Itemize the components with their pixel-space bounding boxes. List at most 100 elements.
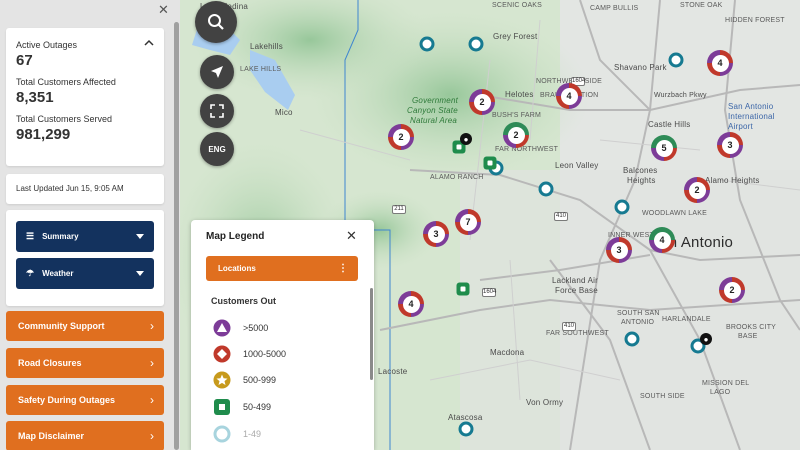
close-icon[interactable]: ✕ xyxy=(346,228,357,244)
outage-cluster-marker[interactable]: 3 xyxy=(423,221,449,247)
outage-marker-medium[interactable] xyxy=(456,282,470,296)
place-balcones-2: Heights xyxy=(627,176,656,185)
locate-button[interactable] xyxy=(200,55,234,89)
route-shield: 410 xyxy=(562,322,576,331)
safety-during-outages-button[interactable]: Safety During Outages › xyxy=(6,385,164,415)
outage-cluster-marker[interactable]: 5 xyxy=(651,135,677,161)
place-gcsna-1: Government xyxy=(412,96,459,105)
dropdown-card: ☰ Summary ☂ Weather xyxy=(6,210,164,306)
place-von-ormy: Von Ormy xyxy=(526,398,564,407)
outage-cluster-marker[interactable]: 3 xyxy=(606,237,632,263)
active-outages-label: Active Outages xyxy=(16,40,78,50)
locations-label: Locations xyxy=(218,264,256,273)
customers-out-heading: Customers Out xyxy=(211,296,277,306)
legend-row-1-49: 1-49 xyxy=(213,425,261,443)
route-shield: 410 xyxy=(554,212,568,221)
place-balcones-1: Balcones xyxy=(623,166,658,175)
locations-button[interactable]: Locations ⋮ xyxy=(206,256,358,281)
place-lakehills: Lakehills xyxy=(250,42,283,51)
customers-affected-value: 8,351 xyxy=(16,89,54,106)
caret-down-icon xyxy=(136,271,144,276)
weather-dropdown[interactable]: ☂ Weather xyxy=(16,258,154,289)
legend-row-gt5000: >5000 xyxy=(213,319,268,337)
purple-triangle-icon xyxy=(213,319,231,337)
outage-cluster-marker[interactable]: 2 xyxy=(503,122,529,148)
gold-star-icon xyxy=(213,371,231,389)
place-shavano-park: Shavano Park xyxy=(614,63,667,72)
crew-icon[interactable]: ● xyxy=(700,333,712,345)
last-updated: Last Updated Jun 15, 9:05 AM xyxy=(6,174,164,204)
sidebar-scrollbar[interactable] xyxy=(174,22,179,450)
legend-row-1000-5000: 1000-5000 xyxy=(213,345,286,363)
outage-cluster-marker[interactable]: 2 xyxy=(684,177,710,203)
place-lackland-2: Force Base xyxy=(555,286,598,295)
outage-marker-small[interactable] xyxy=(538,181,554,197)
outage-cluster-marker[interactable]: 2 xyxy=(469,89,495,115)
place-sa-airport-2: International xyxy=(728,112,775,121)
legend-scrollbar[interactable] xyxy=(370,288,373,380)
teal-ring-icon xyxy=(213,425,231,443)
community-support-button[interactable]: Community Support › xyxy=(6,311,164,341)
outage-stats-card: Active Outages 67 Total Customers Affect… xyxy=(6,28,164,166)
close-icon[interactable]: ✕ xyxy=(158,2,169,18)
outage-cluster-marker[interactable]: 4 xyxy=(556,83,582,109)
search-button[interactable] xyxy=(195,1,237,43)
chevron-right-icon: › xyxy=(150,429,154,443)
road-closures-button[interactable]: Road Closures › xyxy=(6,348,164,378)
place-hidden-forest: HIDDEN FOREST xyxy=(725,17,785,24)
outage-cluster-marker[interactable]: 3 xyxy=(717,132,743,158)
map-legend-panel: Map Legend ✕ Locations ⋮ Customers Out >… xyxy=(191,220,374,450)
place-leon-valley: Leon Valley xyxy=(555,161,599,170)
outage-cluster-marker[interactable]: 2 xyxy=(388,124,414,150)
outage-marker-small[interactable] xyxy=(468,36,484,52)
place-south-side: SOUTH SIDE xyxy=(640,393,685,400)
place-mission-2: LAGO xyxy=(710,389,731,396)
place-far-southwest: FAR SOUTHWEST xyxy=(546,330,609,337)
legend-title: Map Legend xyxy=(206,231,265,242)
language-button[interactable]: ENG xyxy=(200,132,234,166)
map-disclaimer-button[interactable]: Map Disclaimer › xyxy=(6,421,164,450)
route-shield: 211 xyxy=(392,205,406,214)
place-stone-oak: STONE OAK xyxy=(680,2,723,9)
place-mico: Mico xyxy=(275,108,293,117)
customers-served-value: 981,299 xyxy=(16,126,71,143)
place-gcsna-3: Natural Area xyxy=(410,116,458,125)
chevron-right-icon: › xyxy=(150,393,154,407)
outage-marker-small[interactable] xyxy=(668,52,684,68)
chevron-up-icon[interactable] xyxy=(144,38,154,48)
outage-cluster-marker[interactable]: 4 xyxy=(707,50,733,76)
chevron-right-icon: › xyxy=(150,319,154,333)
more-options-icon[interactable]: ⋮ xyxy=(338,263,348,274)
outage-marker-small[interactable] xyxy=(458,421,474,437)
list-icon: ☰ xyxy=(26,231,35,241)
place-wurzbach: Wurzbach Pkwy xyxy=(654,92,707,99)
outage-cluster-marker[interactable]: 7 xyxy=(455,209,481,235)
outage-cluster-marker[interactable]: 2 xyxy=(719,277,745,303)
chevron-right-icon: › xyxy=(150,356,154,370)
outage-cluster-marker[interactable]: 4 xyxy=(649,227,675,253)
outage-marker-medium[interactable] xyxy=(483,156,497,170)
place-south-san-2: ANTONIO xyxy=(621,319,655,326)
place-helotes: Helotes xyxy=(505,90,534,99)
active-outages-value: 67 xyxy=(16,52,33,69)
place-scenic-oaks: SCENIC OAKS xyxy=(492,2,543,9)
place-sa-airport-3: Airport xyxy=(728,122,753,131)
place-lake-hills: LAKE HILLS xyxy=(240,66,282,73)
route-shield: 1604 xyxy=(482,288,497,297)
sidebar: ✕ Active Outages 67 Total Customers Affe… xyxy=(0,0,180,450)
summary-dropdown[interactable]: ☰ Summary xyxy=(16,221,154,252)
place-grey-forest: Grey Forest xyxy=(493,32,538,41)
fullscreen-button[interactable] xyxy=(200,94,234,128)
outage-marker-small[interactable] xyxy=(419,36,435,52)
red-diamond-icon xyxy=(213,345,231,363)
caret-down-icon xyxy=(136,234,144,239)
place-sa-airport-1: San Antonio xyxy=(728,102,774,111)
outage-marker-small[interactable] xyxy=(624,331,640,347)
place-bushs-farm: BUSH'S FARM xyxy=(492,112,542,119)
place-lacoste: Lacoste xyxy=(378,367,408,376)
outage-cluster-marker[interactable]: 4 xyxy=(398,291,424,317)
place-macdona: Macdona xyxy=(490,348,525,357)
outage-marker-small[interactable] xyxy=(614,199,630,215)
crew-icon[interactable]: ● xyxy=(460,133,472,145)
legend-row-50-499: 50-499 xyxy=(213,398,271,416)
